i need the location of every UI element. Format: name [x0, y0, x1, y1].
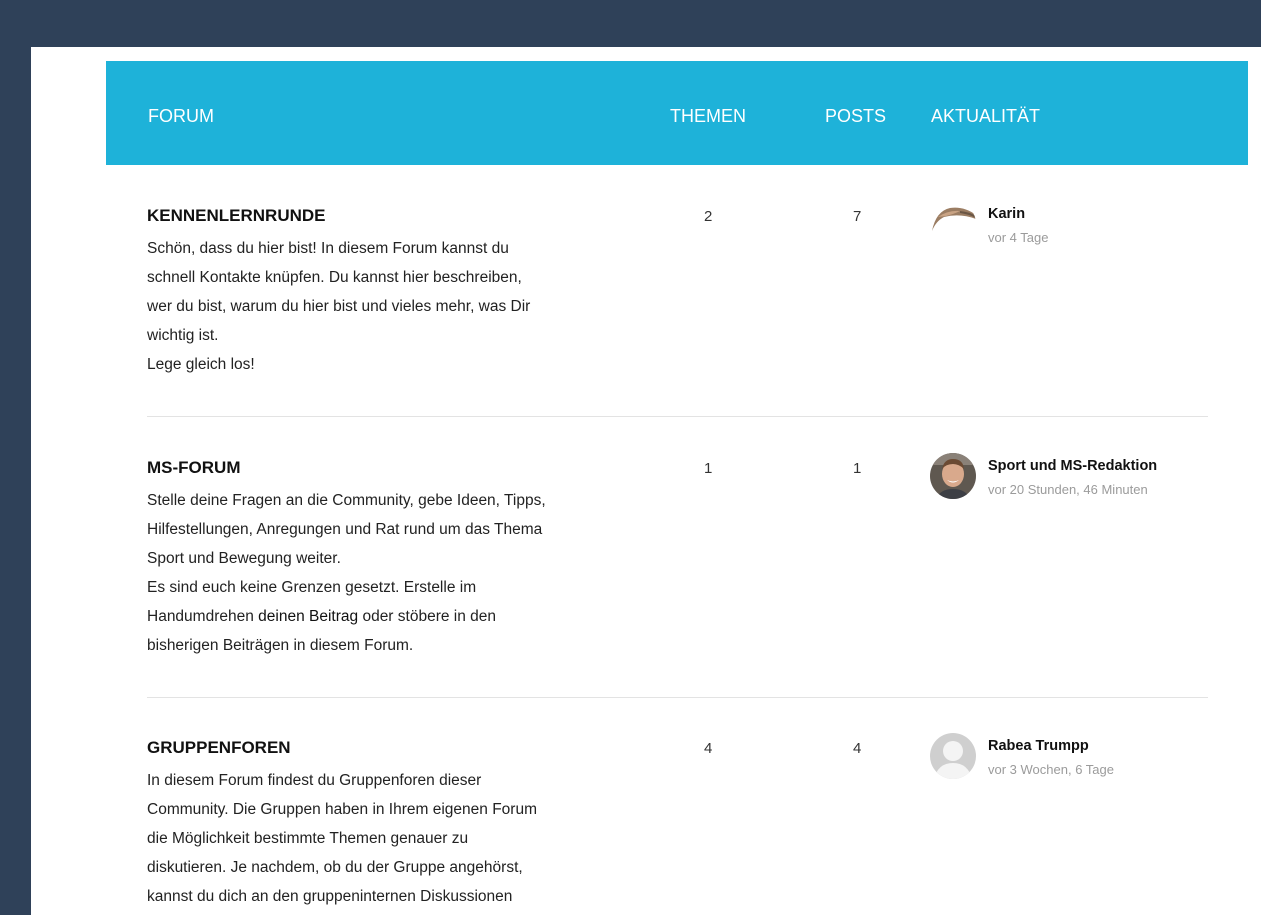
topics-count: 4: [704, 740, 713, 757]
row-divider: [147, 416, 1208, 417]
forum-row-gruppenforen: GRUPPENFOREN In diesem Forum findest du …: [147, 733, 1208, 915]
posts-count: 7: [853, 208, 862, 225]
description-line: Lege gleich los!: [147, 356, 255, 373]
description-line: schnell Kontakte knüpfen. Du kannst hier…: [147, 269, 522, 286]
header-posts: POSTS: [825, 106, 887, 126]
description-line: wer du bist, warum du hier bist und viel…: [147, 298, 531, 315]
last-post-author[interactable]: Sport und MS-Redaktion: [988, 456, 1157, 476]
forum-table-header: FORUM THEMEN POSTS AKTUALITÄT: [106, 61, 1248, 165]
forum-description: Schön, dass du hier bist! In diesem Foru…: [147, 234, 617, 379]
last-activity-time[interactable]: vor 3 Wochen, 6 Tage: [988, 761, 1114, 779]
last-post-author[interactable]: Rabea Trumpp: [988, 736, 1089, 756]
posts-count: 1: [853, 460, 862, 477]
forum-title-link[interactable]: KENNENLERNRUNDE: [147, 205, 326, 227]
header-activity: AKTUALITÄT: [931, 106, 1041, 126]
description-line: Community. Die Gruppen haben in Ihrem ei…: [147, 801, 537, 818]
description-line: diskutieren. Je nachdem, ob du der Grupp…: [147, 859, 523, 876]
description-line: die Möglichkeit bestimmte Themen genauer…: [147, 830, 469, 847]
forum-title-link[interactable]: MS-FORUM: [147, 457, 240, 479]
forum-row-ms-forum: MS-FORUM Stelle deine Fragen an die Comm…: [147, 453, 1208, 698]
forum-description: Stelle deine Fragen an die Community, ge…: [147, 486, 617, 660]
description-line: wichtig ist.: [147, 327, 219, 344]
user-photo-icon: [930, 453, 976, 499]
new-post-link[interactable]: deinen Beitrag: [258, 608, 358, 625]
topics-count: 1: [704, 460, 713, 477]
description-line: bisherigen Beiträgen in diesem Forum.: [147, 637, 414, 654]
description-line: In diesem Forum findest du Gruppenforen …: [147, 772, 482, 789]
description-line: kannst du dich an den gruppeninternen Di…: [147, 888, 513, 905]
description-text: Handumdrehen: [147, 608, 259, 625]
description-line: Hilfestellungen, Anregungen und Rat rund…: [147, 521, 543, 538]
last-activity-time[interactable]: vor 20 Stunden, 46 Minuten: [988, 481, 1148, 499]
description-line: Sport und Bewegung weiter.: [147, 550, 341, 567]
description-line: Schön, dass du hier bist! In diesem Foru…: [147, 240, 509, 257]
last-post-author[interactable]: Karin: [988, 204, 1025, 224]
row-divider: [147, 697, 1208, 698]
user-avatar[interactable]: [930, 733, 976, 779]
forum-panel: FORUM THEMEN POSTS AKTUALITÄT KENNENLERN…: [31, 47, 1261, 915]
user-photo-icon: [930, 201, 976, 247]
default-avatar-icon: [930, 733, 976, 779]
forum-description: In diesem Forum findest du Gruppenforen …: [147, 766, 617, 911]
user-avatar[interactable]: [930, 201, 976, 247]
header-topics: THEMEN: [670, 106, 746, 126]
user-avatar[interactable]: [930, 453, 976, 499]
forum-title-link[interactable]: GRUPPENFOREN: [147, 737, 291, 759]
description-line: Es sind euch keine Grenzen gesetzt. Erst…: [147, 579, 477, 596]
header-forum: FORUM: [148, 106, 214, 126]
last-activity-time[interactable]: vor 4 Tage: [988, 229, 1048, 247]
topics-count: 2: [704, 208, 713, 225]
posts-count: 4: [853, 740, 862, 757]
description-line: Stelle deine Fragen an die Community, ge…: [147, 492, 546, 509]
forum-row-kennenlernrunde: KENNENLERNRUNDE Schön, dass du hier bist…: [147, 201, 1208, 417]
description-text: oder stöbere in den: [358, 608, 497, 625]
